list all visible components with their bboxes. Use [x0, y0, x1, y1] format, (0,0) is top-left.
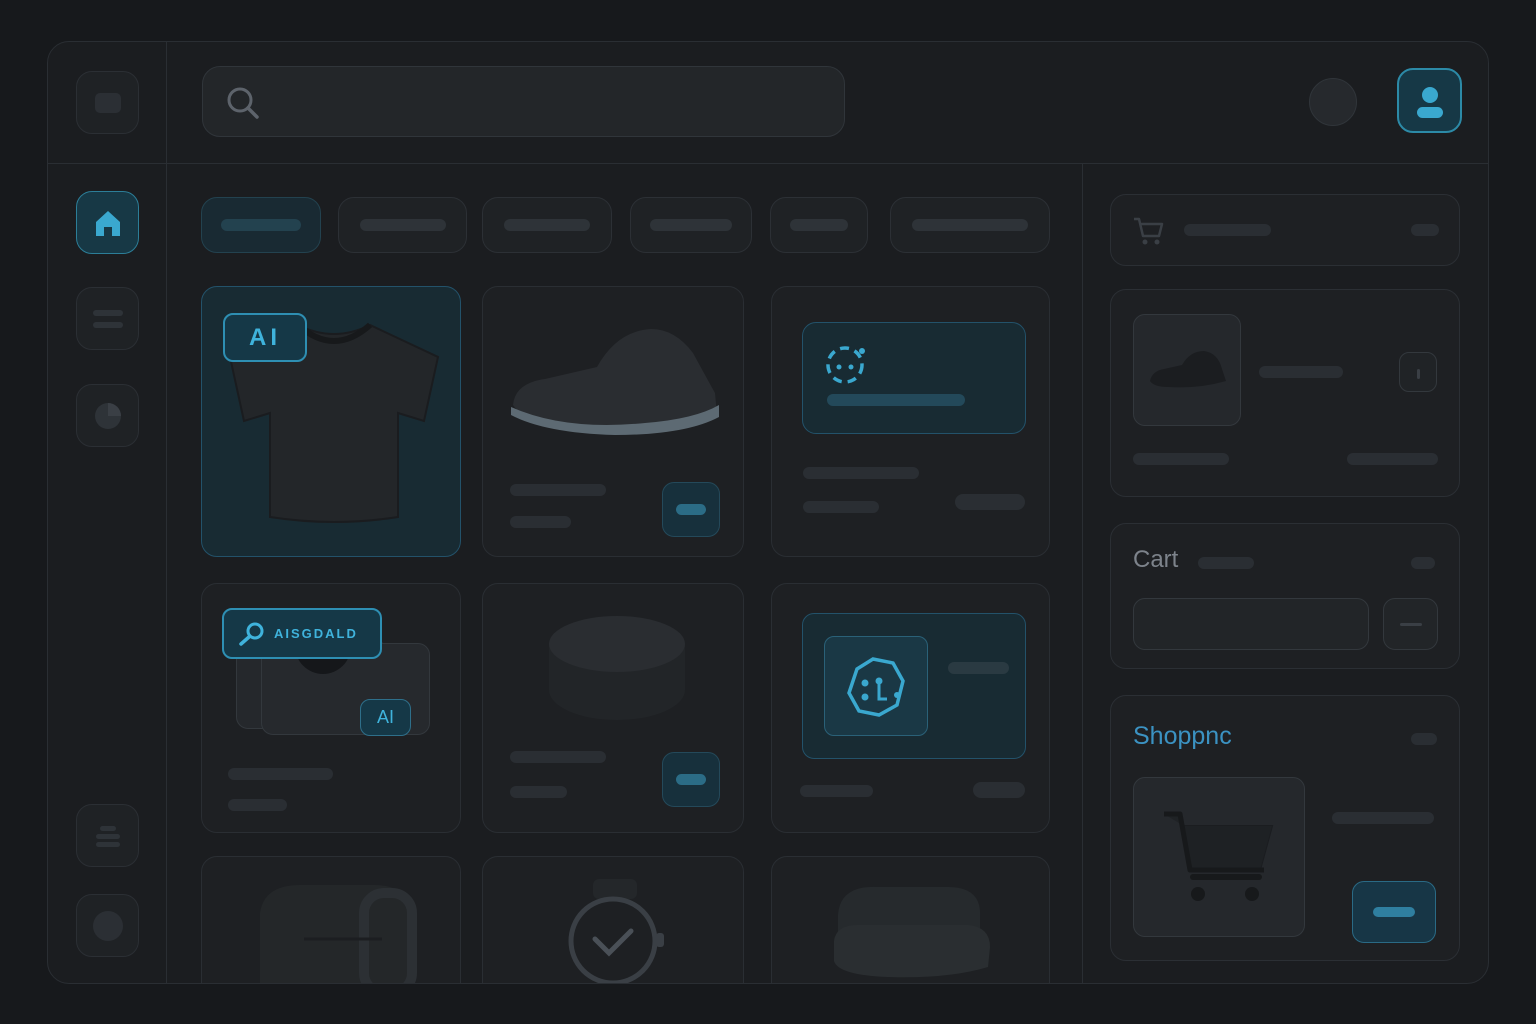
- mini-cart-header[interactable]: [1110, 194, 1460, 266]
- cushion-icon: [549, 616, 685, 720]
- filter-chip[interactable]: [770, 197, 868, 253]
- ai-small-badge: AI: [360, 699, 411, 736]
- promo-code-input[interactable]: [1133, 598, 1369, 650]
- ai-chip-icon: [847, 657, 905, 717]
- cart-item-card[interactable]: [1110, 289, 1460, 497]
- add-to-cart-button[interactable]: [662, 752, 720, 807]
- ai-search-badge: AISGDALD: [222, 608, 382, 659]
- checkout-button[interactable]: [1352, 881, 1436, 943]
- user-avatar-button[interactable]: [1397, 68, 1462, 133]
- search-bar[interactable]: [202, 66, 845, 137]
- ai-badge: AI: [223, 313, 307, 362]
- ai-feature-panel: [802, 613, 1026, 759]
- product-card-ai-loading[interactable]: [771, 286, 1050, 557]
- sidebar-item-profile[interactable]: [76, 894, 139, 957]
- sidebar: [48, 42, 167, 983]
- ai-scan-panel: [802, 322, 1026, 434]
- shopping-cart-icon: [1164, 811, 1274, 901]
- loading-spinner-icon: [826, 346, 865, 384]
- cart-item-thumbnail: [1133, 314, 1241, 426]
- search-icon: [227, 87, 259, 119]
- cart-panel: Cart: [1110, 523, 1460, 669]
- filter-chip[interactable]: [201, 197, 321, 253]
- product-card-towel[interactable]: [771, 856, 1050, 983]
- list-icon: [92, 309, 123, 328]
- magnifier-icon: [239, 622, 264, 646]
- cart-icon: [1134, 217, 1164, 245]
- notifications-button[interactable]: [1309, 78, 1357, 126]
- stack-icon: [95, 825, 120, 847]
- user-icon: [1416, 86, 1443, 118]
- shopping-panel: Shoppnc: [1110, 695, 1460, 961]
- sidebar-item-home[interactable]: [76, 191, 139, 254]
- apply-button[interactable]: [1383, 598, 1438, 650]
- product-card-ai-chip[interactable]: [771, 583, 1050, 833]
- sneaker-icon: [511, 329, 719, 435]
- watch-icon: [568, 879, 664, 983]
- product-card-tshirt[interactable]: AI: [201, 286, 461, 557]
- search-input[interactable]: [273, 79, 823, 125]
- filter-chip[interactable]: [338, 197, 467, 253]
- sidebar-item-list[interactable]: [76, 287, 139, 350]
- filter-chip[interactable]: [630, 197, 752, 253]
- ai-search-badge-label: AISGDALD: [274, 626, 358, 641]
- product-card-watch[interactable]: [482, 856, 744, 983]
- sneaker-icon: [1150, 351, 1226, 388]
- quantity-stepper[interactable]: [1399, 352, 1437, 392]
- pie-chart-icon: [94, 402, 121, 429]
- product-card-backpack[interactable]: [201, 856, 461, 983]
- app-window: AI AISGDALD AI Cart Shoppnc: [47, 41, 1489, 984]
- product-card-cushion[interactable]: [482, 583, 744, 833]
- filter-chip[interactable]: [890, 197, 1050, 253]
- product-card-sneaker[interactable]: [482, 286, 744, 557]
- ai-chip-tile: [824, 636, 928, 736]
- sidebar-item-analytics[interactable]: [76, 384, 139, 447]
- product-card-ai-search[interactable]: AISGDALD AI: [201, 583, 461, 833]
- top-bar: [48, 42, 1488, 164]
- cart-title: Cart: [1133, 546, 1179, 573]
- circle-icon: [92, 910, 123, 941]
- filter-chip[interactable]: [482, 197, 612, 253]
- add-to-cart-button[interactable]: [662, 482, 720, 537]
- sidebar-item-stack[interactable]: [76, 804, 139, 867]
- backpack-icon: [260, 885, 417, 983]
- cart-illustration: [1133, 777, 1305, 937]
- shopping-title: Shoppnc: [1133, 722, 1232, 750]
- right-panel-divider: [1082, 164, 1083, 983]
- home-icon: [95, 210, 120, 236]
- towel-icon: [834, 886, 990, 978]
